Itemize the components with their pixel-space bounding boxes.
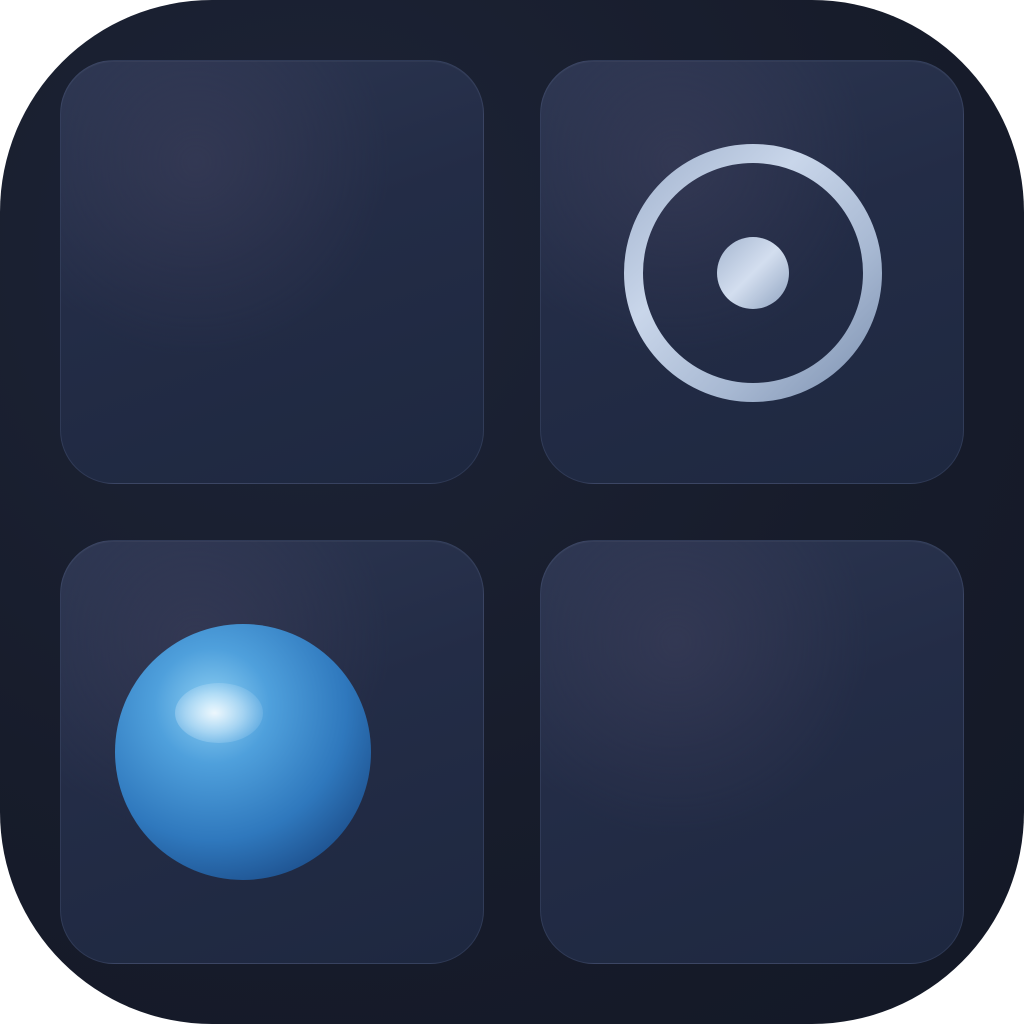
sphere-body bbox=[115, 624, 371, 880]
tile-top-left bbox=[60, 60, 484, 484]
tile-bottom-left bbox=[60, 540, 484, 964]
target-dot bbox=[717, 237, 789, 309]
app-icon bbox=[0, 0, 1024, 1024]
blue-sphere-icon bbox=[115, 624, 371, 880]
sphere-highlight bbox=[175, 683, 263, 743]
target-icon bbox=[624, 144, 882, 402]
tile-bottom-right bbox=[540, 540, 964, 964]
tile-top-right bbox=[540, 60, 964, 484]
